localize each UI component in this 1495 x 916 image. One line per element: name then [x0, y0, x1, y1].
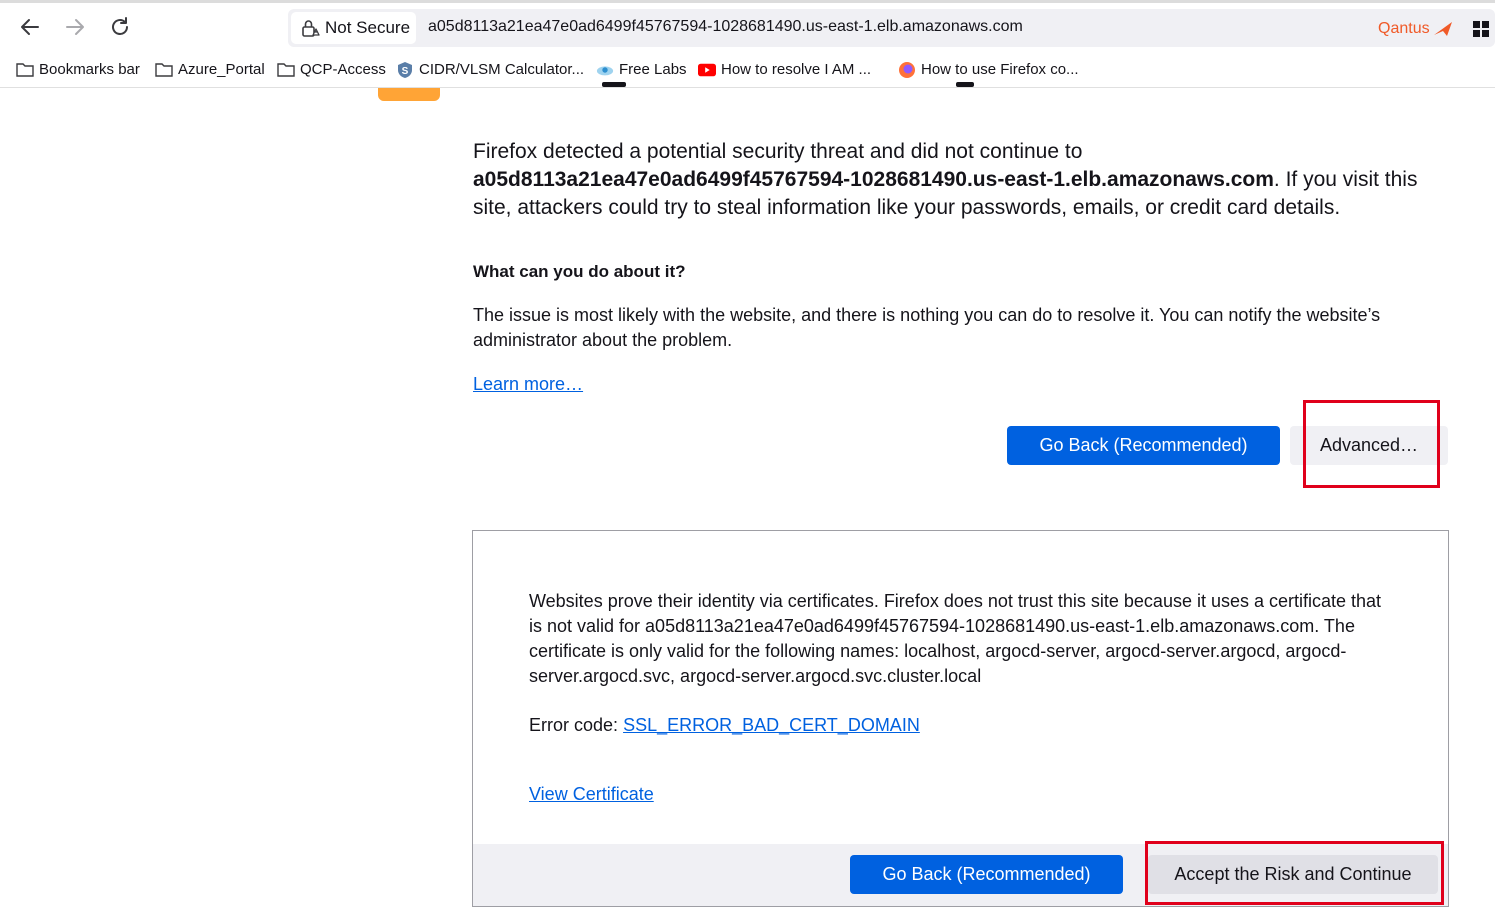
go-back-button[interactable]: Go Back (Recommended) — [1007, 426, 1280, 465]
firefox-icon — [898, 61, 916, 78]
url-text[interactable]: a05d8113a21ea47e0ad6499f45767594-1028681… — [428, 18, 1023, 36]
back-button[interactable] — [17, 14, 43, 40]
security-label: Not Secure — [325, 18, 411, 37]
intro-hostname: a05d8113a21ea47e0ad6499f45767594-1028681… — [473, 168, 1274, 191]
bookmark-label: How to resolve I AM ... — [721, 61, 872, 78]
shield-s-icon: S — [396, 61, 414, 78]
intro-paragraph: Firefox detected a potential security th… — [473, 138, 1433, 222]
qantus-extension-button[interactable]: Qantus — [1378, 20, 1454, 38]
what-can-you-do-text: The issue is most likely with the websit… — [473, 305, 1381, 350]
folder-icon — [277, 62, 295, 78]
error-code-line: Error code: SSL_ERROR_BAD_CERT_DOMAIN — [529, 715, 920, 736]
bookmark-label: Free Labs — [619, 61, 687, 78]
arrow-right-icon — [66, 19, 84, 35]
cloud-icon — [596, 62, 614, 78]
reload-icon — [112, 17, 128, 35]
highlight-box-advanced — [1303, 400, 1440, 488]
certificate-explanation: Websites prove their identity via certif… — [529, 591, 1382, 686]
arrow-left-icon — [21, 19, 39, 35]
folder-icon — [155, 62, 173, 78]
folder-icon — [16, 62, 34, 78]
forward-button[interactable] — [62, 14, 88, 40]
youtube-icon — [698, 62, 716, 78]
error-page: Firefox detected a potential security th… — [0, 82, 1495, 916]
highlight-box-accept — [1145, 841, 1444, 905]
reload-button[interactable] — [107, 14, 133, 40]
view-certificate-link[interactable]: View Certificate — [529, 784, 654, 805]
qantus-label: Qantus — [1378, 20, 1430, 37]
plane-icon — [1433, 22, 1452, 36]
bookmark-qcp-access[interactable]: QCP-Access — [277, 61, 386, 78]
error-code-link[interactable]: SSL_ERROR_BAD_CERT_DOMAIN — [623, 715, 920, 735]
learn-more-link[interactable]: Learn more… — [473, 374, 583, 395]
bookmark-label: QCP-Access — [300, 61, 386, 78]
what-can-you-do-heading: What can you do about it? — [473, 262, 686, 281]
bookmark-label: CIDR/VLSM Calculator... — [419, 61, 585, 78]
bookmark-bookmarks-bar[interactable]: Bookmarks bar — [16, 61, 140, 78]
bookmark-free-labs[interactable]: Free Labs — [596, 61, 687, 78]
page-title-cutoff — [602, 82, 974, 87]
bookmark-cidr-calculator[interactable]: S CIDR/VLSM Calculator... — [396, 61, 584, 78]
insecure-lock-icon — [302, 20, 320, 37]
address-bar[interactable]: Not Secure a05d8113a21ea47e0ad6499f45767… — [288, 9, 1495, 47]
svg-text:S: S — [402, 66, 409, 77]
security-indicator[interactable]: Not Secure — [291, 12, 416, 44]
error-code-label: Error code: — [529, 715, 619, 735]
browser-toolbar: Not Secure a05d8113a21ea47e0ad6499f45767… — [0, 3, 1495, 53]
bookmark-azure-portal[interactable]: Azure_Portal — [155, 61, 265, 78]
advanced-go-back-button[interactable]: Go Back (Recommended) — [850, 855, 1123, 894]
extensions-grid-icon[interactable] — [1472, 20, 1490, 38]
intro-prefix: Firefox detected a potential security th… — [473, 140, 1083, 163]
bookmark-how-to-use-firefox[interactable]: How to use Firefox co... — [898, 61, 1079, 78]
bookmark-how-to-resolve[interactable]: How to resolve I AM ... — [698, 61, 871, 78]
warning-icon — [378, 88, 440, 101]
bookmark-label: Bookmarks bar — [39, 61, 140, 78]
bookmark-label: How to use Firefox co... — [921, 61, 1079, 78]
bookmark-label: Azure_Portal — [178, 61, 265, 78]
